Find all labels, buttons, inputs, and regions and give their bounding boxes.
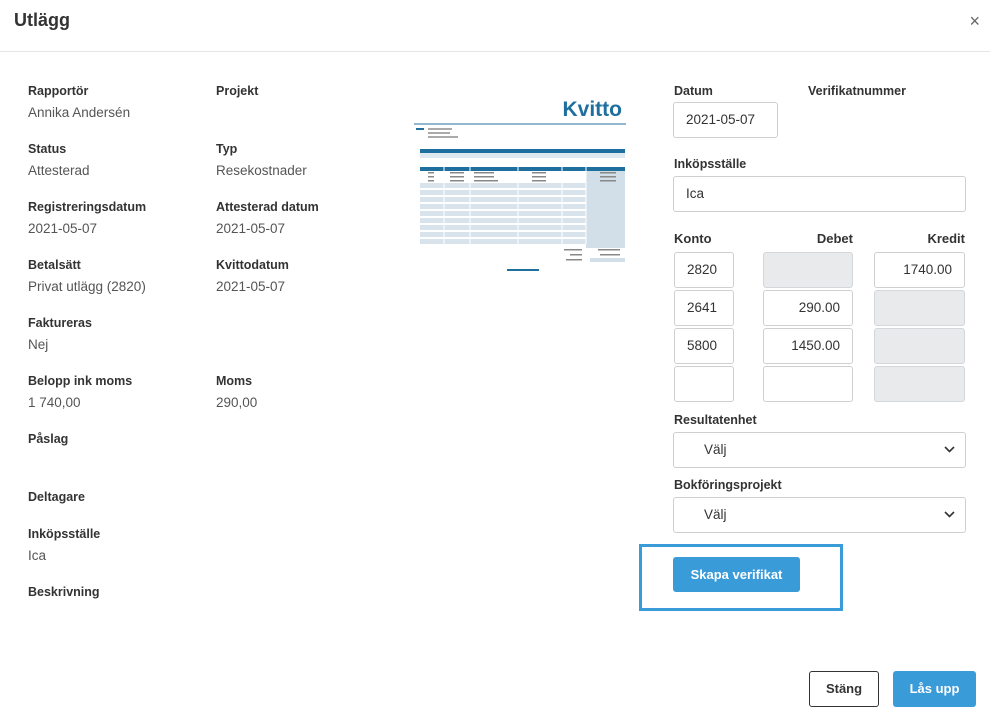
konto-header: Konto xyxy=(674,231,712,246)
betalsatt-label: Betalsätt xyxy=(28,258,81,272)
projekt-label: Projekt xyxy=(216,84,259,98)
debet-input[interactable]: 290.00 xyxy=(763,290,853,326)
modal-title: Utlägg xyxy=(14,10,70,30)
konto-input[interactable]: 5800 xyxy=(674,328,734,364)
faktureras-value: Nej xyxy=(28,337,49,352)
datum-input[interactable]: 2021-05-07 xyxy=(673,102,778,138)
debet-input[interactable] xyxy=(763,366,853,402)
rapportor-value: Annika Andersén xyxy=(28,105,131,120)
skapa-verifikat-button[interactable]: Skapa verifikat xyxy=(673,557,800,592)
kredit-input xyxy=(874,366,965,402)
kvittodatum-value: 2021-05-07 xyxy=(216,279,286,294)
bokforingsprojekt-value: Välj xyxy=(704,507,727,522)
resultatenhet-label: Resultatenhet xyxy=(674,413,757,427)
kredit-input xyxy=(874,328,965,364)
typ-label: Typ xyxy=(216,142,238,156)
faktureras-label: Faktureras xyxy=(28,316,92,330)
typ-value: Resekostnader xyxy=(216,163,307,178)
kredit-header: Kredit xyxy=(927,231,965,246)
bokforingsprojekt-label: Bokföringsprojekt xyxy=(674,478,782,492)
inkopsstalle-value: Ica xyxy=(28,548,47,563)
beskrivning-label: Beskrivning xyxy=(28,585,100,599)
debet-header: Debet xyxy=(816,231,853,246)
modal-header: Utlägg × xyxy=(0,0,990,52)
moms-label: Moms xyxy=(216,374,253,388)
registreringsdatum-value: 2021-05-07 xyxy=(28,221,98,236)
status-value: Attesterad xyxy=(28,163,90,178)
inkopsstalle-field-label: Inköpsställe xyxy=(674,157,747,171)
las-upp-button[interactable]: Lås upp xyxy=(893,671,976,707)
konto-input[interactable]: 2820 xyxy=(674,252,734,288)
debet-input[interactable]: 1450.00 xyxy=(763,328,853,364)
belopp-label: Belopp ink moms xyxy=(28,374,133,388)
inkopsstalle-input[interactable]: Ica xyxy=(673,176,966,212)
kredit-input[interactable]: 1740.00 xyxy=(874,252,965,288)
debet-input xyxy=(763,252,853,288)
inkopsstalle-label: Inköpsställe xyxy=(28,527,101,541)
chevron-down-icon xyxy=(944,498,955,532)
konto-input[interactable]: 2641 xyxy=(674,290,734,326)
paslag-label: Påslag xyxy=(28,432,69,446)
verifikatnummer-label: Verifikatnummer xyxy=(808,84,906,98)
bokforingsprojekt-select[interactable]: Välj xyxy=(673,497,966,533)
attesterad-datum-label: Attesterad datum xyxy=(216,200,319,214)
konto-input[interactable] xyxy=(674,366,734,402)
betalsatt-value: Privat utlägg (2820) xyxy=(28,279,146,294)
kvittodatum-label: Kvittodatum xyxy=(216,258,289,272)
chevron-down-icon xyxy=(944,433,955,467)
belopp-value: 1 740,00 xyxy=(28,395,81,410)
moms-value: 290,00 xyxy=(216,395,258,410)
attesterad-datum-value: 2021-05-07 xyxy=(216,221,286,236)
kredit-input xyxy=(874,290,965,326)
stang-button[interactable]: Stäng xyxy=(809,671,879,707)
status-label: Status xyxy=(28,142,67,156)
resultatenhet-value: Välj xyxy=(704,442,727,457)
registreringsdatum-label: Registreringsdatum xyxy=(28,200,147,214)
close-icon[interactable]: × xyxy=(969,12,980,30)
receipt-thumbnail[interactable]: Kvitto xyxy=(414,98,628,278)
datum-label: Datum xyxy=(674,84,713,98)
rapportor-label: Rapportör xyxy=(28,84,89,98)
deltagare-label: Deltagare xyxy=(28,490,85,504)
receipt-image xyxy=(414,123,626,271)
resultatenhet-select[interactable]: Välj xyxy=(673,432,966,468)
